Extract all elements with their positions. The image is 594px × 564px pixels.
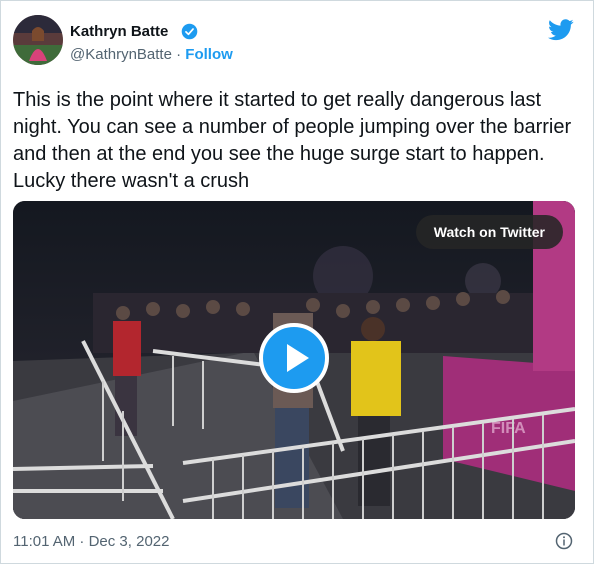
tweet-text: This is the point where it started to ge… bbox=[13, 89, 572, 192]
tweet-timestamp[interactable]: 11:01 AM · Dec 3, 2022 bbox=[13, 533, 169, 550]
play-icon bbox=[287, 344, 309, 372]
avatar[interactable] bbox=[13, 15, 63, 65]
author-handle-row: @KathrynBatte · Follow bbox=[70, 46, 233, 63]
info-icon[interactable] bbox=[555, 532, 573, 550]
video-player[interactable]: FIFA Watch on Twitter bbox=[13, 201, 575, 519]
tweet-card: Kathryn Batte @KathrynBatte · Follow Thi… bbox=[0, 0, 594, 564]
author-handle[interactable]: @KathrynBatte bbox=[70, 46, 172, 63]
fifa-banner-text: FIFA bbox=[491, 420, 526, 437]
twitter-bird-icon[interactable] bbox=[548, 19, 574, 41]
verified-badge-icon bbox=[181, 23, 198, 40]
watch-on-twitter-button[interactable]: Watch on Twitter bbox=[415, 215, 563, 249]
follow-button[interactable]: Follow bbox=[185, 46, 233, 63]
play-button[interactable] bbox=[259, 323, 329, 393]
separator-dot: · bbox=[176, 46, 182, 63]
author-name[interactable]: Kathryn Batte bbox=[70, 23, 168, 40]
